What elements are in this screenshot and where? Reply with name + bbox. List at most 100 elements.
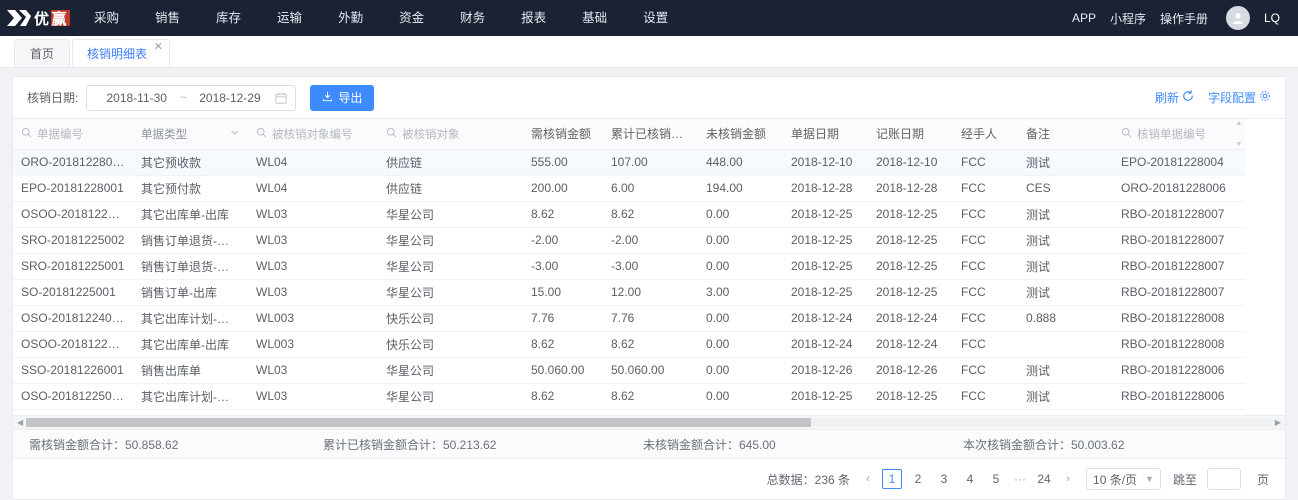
column-header-doc-type[interactable]: 单据类型 [133,119,248,150]
column-header-obj-no[interactable]: 被核销对象编号 [248,119,378,150]
table-row[interactable]: SSO-20181226001 销售出库单 WL03 华星公司 50.060.00 50.… [13,357,1245,384]
cell-doc_no[interactable]: OSO-20181224001 [13,305,133,332]
cell-doc_no[interactable]: SSO-20181226001 [13,357,133,384]
nav-item-funds[interactable]: 资金 [381,0,442,36]
table-row[interactable]: SRO-20181225001 销售订单退货-入库 WL03 华星公司 -3.00 -3.… [13,253,1245,280]
column-header-need-amt[interactable]: 需核销金额 [523,119,603,150]
column-header-done-amt[interactable]: 累计已核销金额 [603,119,698,150]
app-link[interactable]: APP [1072,11,1096,25]
nav-item-reports[interactable]: 报表 [503,0,564,36]
horizontal-scroll-thumb[interactable] [26,418,811,427]
cell-obj_no: WL03 [248,357,378,384]
cell-obj_no: WL03 [248,201,378,228]
table-row[interactable]: OSO-20181224001 其它出库计划-出库 WL003 快乐公司 7.76 7.7… [13,305,1245,332]
date-start-input[interactable]: 2018-11-30 [95,91,178,105]
horizontal-scrollbar[interactable]: ◀ ▶ [13,415,1285,429]
cell-doc_no[interactable]: OSO-20181225001 [13,383,133,410]
cell-wo_no[interactable]: RBO-20181228007 [1113,227,1245,254]
page-button-3[interactable]: 3 [934,469,954,489]
close-icon[interactable]: ✕ [154,42,163,53]
table-row[interactable]: SRO-20181225002 销售订单退货-入库 WL03 华星公司 -2.00 -2.… [13,227,1245,254]
column-header-remark[interactable]: 备注 [1018,119,1113,150]
column-header-handler[interactable]: 经手人 [953,119,1018,150]
field-config-button[interactable]: 字段配置 [1208,89,1271,106]
cell-obj_no: WL003 [248,331,378,358]
cell-need_amt: 7.76 [523,305,603,332]
page-button-5[interactable]: 5 [986,469,1006,489]
table-row[interactable]: OSOO-20181224001 其它出库单-出库 WL003 快乐公司 8.62 8.6… [13,331,1245,358]
column-header-doc-date[interactable]: 单据日期 [783,119,868,150]
jump-to-input[interactable] [1206,468,1241,490]
nav-item-inventory[interactable]: 库存 [198,0,259,36]
cell-remark: 测试 [1018,357,1113,384]
cell-wo_no[interactable]: RBO-20181228007 [1113,201,1245,228]
cell-wo_no[interactable]: RBO-20181228008 [1113,331,1245,358]
summary-need-amount: 需核销金额合计：50.858.62 [29,437,179,452]
manual-link[interactable]: 操作手册 [1160,10,1208,27]
nav-item-basic[interactable]: 基础 [564,0,625,36]
scroll-left-icon[interactable]: ◀ [17,418,23,427]
page-button-1[interactable]: 1 [882,469,903,489]
column-header-obj-name[interactable]: 被核销对象 [378,119,523,150]
cell-wo_no[interactable]: EPO-20181228004 [1113,149,1245,176]
table-header: 单据编号 单据类型 被核销对象编号 被核销对象 需核销金额 累计已核销金额 未核… [13,119,1245,150]
column-header-doc-no[interactable]: 单据编号 [13,119,133,150]
refresh-button[interactable]: 刷新 [1155,89,1194,106]
tab-home[interactable]: 首页 [14,39,70,67]
scroll-up-icon[interactable]: ▲ [1236,120,1243,127]
nav-item-fieldwork[interactable]: 外勤 [320,0,381,36]
cell-wo_no[interactable]: RBO-20181228008 [1113,305,1245,332]
cell-doc_no[interactable]: SRO-20181225002 [13,227,133,254]
table-row[interactable]: EPO-20181228001 其它预付款 WL04 供应链 200.00 6.00 194… [13,175,1245,202]
cell-obj_name: 快乐公司 [378,305,523,332]
page-size-label: 10 条/页 [1093,472,1138,487]
scroll-down-icon[interactable]: ▼ [1236,141,1243,148]
table-row[interactable]: OSOO-20181225001 其它出库单-出库 WL03 华星公司 8.62 8.62… [13,201,1245,228]
cell-doc_type: 销售订单-出库 [133,279,248,306]
cell-doc_type: 其它预付款 [133,175,248,202]
cell-doc_no[interactable]: OSOO-20181225001 [13,201,133,228]
page-size-select[interactable]: 10 条/页 ▼ [1086,468,1161,490]
cell-wo_no[interactable]: RBO-20181228007 [1113,253,1245,280]
column-header-post-date[interactable]: 记账日期 [868,119,953,150]
date-end-input[interactable]: 2018-12-29 [189,91,272,105]
cell-wo_no[interactable]: RBO-20181228006 [1113,357,1245,384]
page-button-last[interactable]: 24 [1034,469,1054,489]
column-header-writeoff-no[interactable]: 核销单据编号 ▲ ▼ [1113,119,1245,150]
avatar[interactable] [1225,6,1250,30]
nav-item-transport[interactable]: 运输 [259,0,320,36]
cell-wo_no[interactable]: RBO-20181228006 [1113,383,1245,410]
cell-doc_no[interactable]: OSOO-20181224001 [13,331,133,358]
table-row[interactable]: OSO-20181225001 其它出库计划-出库 WL03 华星公司 8.62 8.62… [13,383,1245,410]
column-header-undone-amt[interactable]: 未核销金额 [698,119,783,150]
scroll-right-icon[interactable]: ▶ [1275,418,1281,427]
nav-item-finance[interactable]: 财务 [442,0,503,36]
page-button-2[interactable]: 2 [908,469,928,489]
vertical-scrollbar[interactable]: ▲ ▼ [1235,120,1243,148]
nav-item-purchase[interactable]: 采购 [76,0,137,36]
nav-item-settings[interactable]: 设置 [625,0,686,36]
miniprogram-link[interactable]: 小程序 [1110,10,1146,27]
tab-writeoff-detail[interactable]: 核销明细表 ✕ [72,39,171,67]
horizontal-scroll-track[interactable] [26,418,1272,427]
user-name[interactable]: LQ [1264,11,1280,25]
export-button[interactable]: 导出 [310,84,375,111]
date-range-picker[interactable]: 2018-11-30 ~ 2018-12-29 [86,84,297,111]
cell-obj_name: 华星公司 [378,357,523,384]
next-page-button[interactable]: › [1060,468,1076,490]
page-button-4[interactable]: 4 [960,469,980,489]
cell-doc_no[interactable]: ORO-20181228003 [13,149,133,176]
cell-doc_no[interactable]: SRO-20181225001 [13,253,133,280]
table-row[interactable]: ORO-20181228003 其它预收款 WL04 供应链 555.00 107.00 4… [13,149,1245,176]
brand-logo[interactable]: 优 赢 [0,0,76,36]
prev-page-button[interactable]: ‹ [860,468,876,490]
cell-wo_no[interactable]: ORO-20181228006 [1113,175,1245,202]
table-row[interactable]: SO-20181225001 销售订单-出库 WL03 华星公司 15.00 12.00 3… [13,279,1245,306]
cell-wo_no[interactable]: RBO-20181228007 [1113,279,1245,306]
cell-doc_no[interactable]: EPO-20181228001 [13,175,133,202]
calendar-icon[interactable] [275,92,287,104]
nav-item-sales[interactable]: 销售 [137,0,198,36]
cell-obj_no: WL03 [248,383,378,410]
cell-need_amt: 50.060.00 [523,357,603,384]
cell-doc_no[interactable]: SO-20181225001 [13,279,133,306]
